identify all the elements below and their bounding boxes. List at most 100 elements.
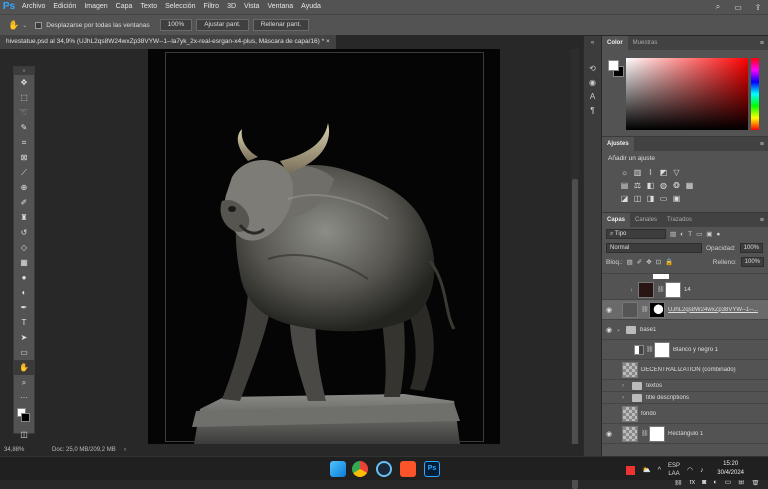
- paragraph-panel-icon[interactable]: ¶: [584, 104, 601, 118]
- more-tools-icon[interactable]: ···: [14, 390, 34, 405]
- zoom-level[interactable]: 34,88%: [4, 444, 24, 456]
- zoom-tool-icon[interactable]: ⌕: [14, 375, 34, 390]
- crop-tool-icon[interactable]: ⌗: [14, 135, 34, 150]
- vertical-scrollbar[interactable]: [571, 49, 579, 489]
- path-select-tool-icon[interactable]: ➤: [14, 330, 34, 345]
- blur-tool-icon[interactable]: ●: [14, 270, 34, 285]
- layer-name[interactable]: Rectángulo 1: [668, 431, 703, 437]
- tab-color[interactable]: Color: [602, 36, 628, 50]
- hue-slider[interactable]: [751, 58, 759, 130]
- tray-app-icon[interactable]: [626, 465, 635, 475]
- mask-link-icon[interactable]: ⛓: [641, 306, 649, 313]
- visibility-eye-icon[interactable]: ◉: [602, 366, 616, 374]
- scroll-all-windows-checkbox[interactable]: [35, 21, 43, 29]
- layer-mask-thumbnail[interactable]: [649, 425, 665, 442]
- tab-channels[interactable]: Canales: [630, 213, 662, 227]
- invert-icon[interactable]: ◪: [620, 194, 629, 203]
- fill-field[interactable]: 100%: [740, 257, 764, 267]
- language-indicator[interactable]: ESP LAA: [668, 462, 680, 478]
- opacity-field[interactable]: 100%: [739, 243, 763, 253]
- character-panel-icon[interactable]: A: [584, 90, 601, 104]
- selective-color-icon[interactable]: ▣: [672, 194, 681, 203]
- pen-tool-icon[interactable]: ✒: [14, 300, 34, 315]
- visibility-eye-icon[interactable]: ◉: [602, 410, 616, 418]
- black-white-icon[interactable]: ◧: [646, 181, 655, 190]
- properties-panel-icon[interactable]: ◉: [584, 76, 601, 90]
- tab-paths[interactable]: Trazados: [662, 213, 697, 227]
- menu-item-vista[interactable]: Vista: [240, 0, 263, 14]
- text-tool-icon[interactable]: T: [14, 315, 34, 330]
- levels-icon[interactable]: ▥: [633, 168, 642, 177]
- windows-start-icon[interactable]: [330, 461, 346, 477]
- fill-screen-button[interactable]: Rellenar pant.: [252, 19, 310, 31]
- layer-row[interactable]: ◉ fondo: [602, 404, 768, 424]
- layer-mask-thumbnail[interactable]: [654, 341, 670, 358]
- tab-adjustments[interactable]: Ajustes: [602, 137, 634, 151]
- mask-link-icon[interactable]: ⛓: [657, 286, 665, 293]
- layer-mask-thumbnail[interactable]: [649, 301, 665, 318]
- status-menu-chevron-icon[interactable]: ›: [124, 444, 126, 456]
- visibility-eye-icon[interactable]: ◉: [602, 382, 616, 390]
- group-chevron-right-icon[interactable]: ›: [622, 395, 628, 401]
- shape-tool-icon[interactable]: ▭: [14, 345, 34, 360]
- menu-item-ventana[interactable]: Ventana: [263, 0, 297, 14]
- curves-icon[interactable]: ⌇: [646, 168, 655, 177]
- layer-row[interactable]: ◉ DECENTRALIZATION (combinado): [602, 360, 768, 380]
- hue-saturation-icon[interactable]: ▤: [620, 181, 629, 190]
- layer-name[interactable]: Blanco y negro 1: [673, 347, 718, 353]
- search-icon[interactable]: ⌕: [708, 2, 728, 12]
- posterize-icon[interactable]: ◫: [633, 194, 642, 203]
- collapse-panels-icon[interactable]: «: [584, 36, 601, 50]
- visibility-eye-icon[interactable]: ◉: [602, 430, 616, 438]
- panel-menu-icon[interactable]: ≡: [760, 141, 768, 148]
- menu-item-seleccion[interactable]: Selección: [161, 0, 199, 14]
- brave-icon[interactable]: [400, 461, 416, 477]
- visibility-eye-icon[interactable]: ◉: [602, 346, 616, 354]
- panel-menu-icon[interactable]: ≡: [760, 40, 768, 47]
- color-picker-field[interactable]: [626, 58, 748, 130]
- threshold-icon[interactable]: ◨: [646, 194, 655, 203]
- exposure-icon[interactable]: ◩: [659, 168, 668, 177]
- menu-item-capa[interactable]: Capa: [112, 0, 137, 14]
- system-clock[interactable]: 15:20 30/4/2024: [717, 460, 744, 478]
- visibility-eye-icon[interactable]: ◉: [602, 306, 616, 314]
- quick-select-tool-icon[interactable]: ✎: [14, 120, 34, 135]
- history-brush-tool-icon[interactable]: ↺: [14, 225, 34, 240]
- blend-mode-select[interactable]: Normal: [606, 243, 702, 253]
- filter-smart-icon[interactable]: ▣: [706, 230, 712, 238]
- chrome-icon[interactable]: [352, 461, 368, 477]
- history-panel-icon[interactable]: ⟲: [584, 62, 601, 76]
- tray-chevron-icon[interactable]: ^: [658, 467, 661, 474]
- photoshop-taskbar-icon[interactable]: Ps: [424, 461, 440, 477]
- mask-link-icon[interactable]: ⛓: [646, 346, 654, 353]
- layer-name[interactable]: UJhL2qs8W24wxZp38VYW--1--...: [668, 307, 758, 313]
- layer-name[interactable]: DECENTRALIZATION (combinado): [641, 367, 736, 373]
- document-tab[interactable]: hivestatue.psd al 34,9% (UJhL2qs8W24wxZp…: [0, 35, 336, 49]
- vertical-scrollbar-thumb[interactable]: [572, 179, 578, 489]
- layer-name[interactable]: fondo: [641, 411, 656, 417]
- color-lookup-icon[interactable]: ▦: [685, 181, 694, 190]
- group-chevron-down-icon[interactable]: ⌄: [616, 326, 622, 333]
- layer-row[interactable]: ◉ ⛓ Blanco y negro 1: [602, 340, 768, 360]
- lasso-tool-icon[interactable]: ➰: [14, 105, 34, 120]
- tab-layers[interactable]: Capas: [602, 213, 631, 227]
- layer-mask-thumbnail[interactable]: [665, 281, 681, 298]
- layer-row[interactable]: ◉ ⌄ base1: [602, 320, 768, 340]
- lock-artboard-icon[interactable]: ⊡: [656, 258, 661, 266]
- menu-item-archivo[interactable]: Archivo: [18, 0, 49, 14]
- filter-type-icon[interactable]: T: [688, 231, 692, 238]
- menu-item-ayuda[interactable]: Ayuda: [297, 0, 325, 14]
- lock-pixels-icon[interactable]: ✐: [637, 258, 642, 266]
- layer-filter-select[interactable]: ⌕ Tipo: [606, 229, 666, 239]
- visibility-eye-icon[interactable]: ◉: [602, 286, 616, 294]
- color-balance-icon[interactable]: ⚖: [633, 181, 642, 190]
- menu-item-3d[interactable]: 3D: [223, 0, 240, 14]
- brightness-contrast-icon[interactable]: ☼: [620, 168, 629, 177]
- frame-tool-icon[interactable]: ⊠: [14, 150, 34, 165]
- panel-menu-icon[interactable]: ≡: [760, 217, 768, 224]
- hand-tool-icon[interactable]: ✋: [8, 20, 19, 31]
- visibility-eye-icon[interactable]: ◉: [602, 326, 616, 334]
- layer-row[interactable]: ◉ › textos: [602, 380, 768, 392]
- foreground-color-swatch[interactable]: [608, 60, 619, 71]
- vibrance-icon[interactable]: ▽: [672, 168, 681, 177]
